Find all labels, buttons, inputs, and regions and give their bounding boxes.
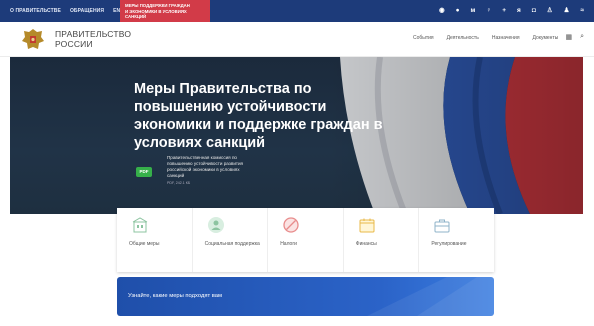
banner-text: Узнайте, какие меры подходят вам xyxy=(128,293,222,299)
nav-documents[interactable]: Документы xyxy=(533,35,559,41)
rss-icon[interactable]: ≈ xyxy=(580,7,584,15)
card-finance[interactable]: Финансы xyxy=(344,208,420,272)
accessibility-icon[interactable]: ♀ xyxy=(486,7,491,15)
coat-of-arms-icon[interactable] xyxy=(20,27,46,53)
top-links: О ПРАВИТЕЛЬСТВЕ ОБРАЩЕНИЯ ENG xyxy=(10,0,124,22)
link-about-government[interactable]: О ПРАВИТЕЛЬСТВЕ xyxy=(10,8,61,14)
document-size: PDF, 242.1 КБ xyxy=(167,181,191,185)
nav-appointments[interactable]: Назначения xyxy=(492,35,520,41)
search-icon[interactable]: ⌕ xyxy=(580,33,584,41)
menu-icon[interactable]: ▦ xyxy=(565,33,572,41)
document-link[interactable]: Правительственная комиссия по повышению … xyxy=(167,155,257,186)
eye-icon[interactable]: ● xyxy=(456,7,460,15)
measures-finder-banner[interactable]: Узнайте, какие меры подходят вам xyxy=(117,277,494,316)
building-icon xyxy=(132,217,148,233)
site-header: ПРАВИТЕЛЬСТВО РОССИИ События Деятельност… xyxy=(0,22,594,57)
card-social-support[interactable]: Социальная поддержка xyxy=(193,208,269,272)
card-taxes[interactable]: Налоги xyxy=(268,208,344,272)
category-cards: Общие меры Социальная поддержка Налоги Ф… xyxy=(117,208,494,272)
card-regulation[interactable]: Регулирование xyxy=(419,208,494,272)
briefcase-icon xyxy=(434,219,450,233)
social-icon-2[interactable]: я xyxy=(517,7,521,15)
pdf-badge[interactable]: PDF xyxy=(136,167,152,177)
nav-activity[interactable]: Деятельность xyxy=(447,35,479,41)
document-title: Правительственная комиссия по повышению … xyxy=(167,155,244,178)
users-icon[interactable]: ♟ xyxy=(564,7,570,15)
link-appeals[interactable]: ОБРАЩЕНИЯ xyxy=(70,8,104,14)
user-icon[interactable]: ♙ xyxy=(547,7,553,15)
card-label: Налоги xyxy=(280,241,297,247)
card-label: Регулирование xyxy=(431,241,467,247)
calendar-icon xyxy=(359,218,375,233)
card-label: Социальная поддержка xyxy=(204,241,260,247)
card-label: Общие меры xyxy=(129,241,160,247)
logo-line-2: РОССИИ xyxy=(55,38,93,49)
toolbar-icons: ◉ ● м ♀ + я ◘ ♙ ♟ ≈ xyxy=(439,0,584,22)
hero-banner[interactable]: Меры Правительства по повышению устойчив… xyxy=(10,57,583,214)
sanctions-support-link[interactable]: МЕРЫ ПОДДЕРЖКИ ГРАЖДАН И ЭКОНОМИКИ В УСЛ… xyxy=(120,0,210,22)
no-sign-icon xyxy=(283,217,299,233)
hero-title: Меры Правительства по повышению устойчив… xyxy=(134,81,383,151)
camera-icon[interactable]: ◉ xyxy=(439,7,445,15)
chat-icon[interactable]: ◘ xyxy=(532,7,536,15)
person-icon xyxy=(207,217,224,233)
social-icon-1[interactable]: м xyxy=(471,7,476,15)
nav-events[interactable]: События xyxy=(413,35,434,41)
alert-line-2: И ЭКОНОМИКИ В УСЛОВИЯХ САНКЦИЙ xyxy=(125,8,187,20)
card-general-measures[interactable]: Общие меры xyxy=(117,208,193,272)
card-label: Финансы xyxy=(355,241,377,247)
header-icons: ▦ ⌕ xyxy=(565,33,584,41)
plus-icon[interactable]: + xyxy=(502,7,506,15)
main-nav: События Деятельность Назначения Документ… xyxy=(413,35,558,41)
site-logo-text[interactable]: ПРАВИТЕЛЬСТВО РОССИИ xyxy=(55,29,131,49)
top-bar: О ПРАВИТЕЛЬСТВЕ ОБРАЩЕНИЯ ENG МЕРЫ ПОДДЕ… xyxy=(0,0,594,22)
